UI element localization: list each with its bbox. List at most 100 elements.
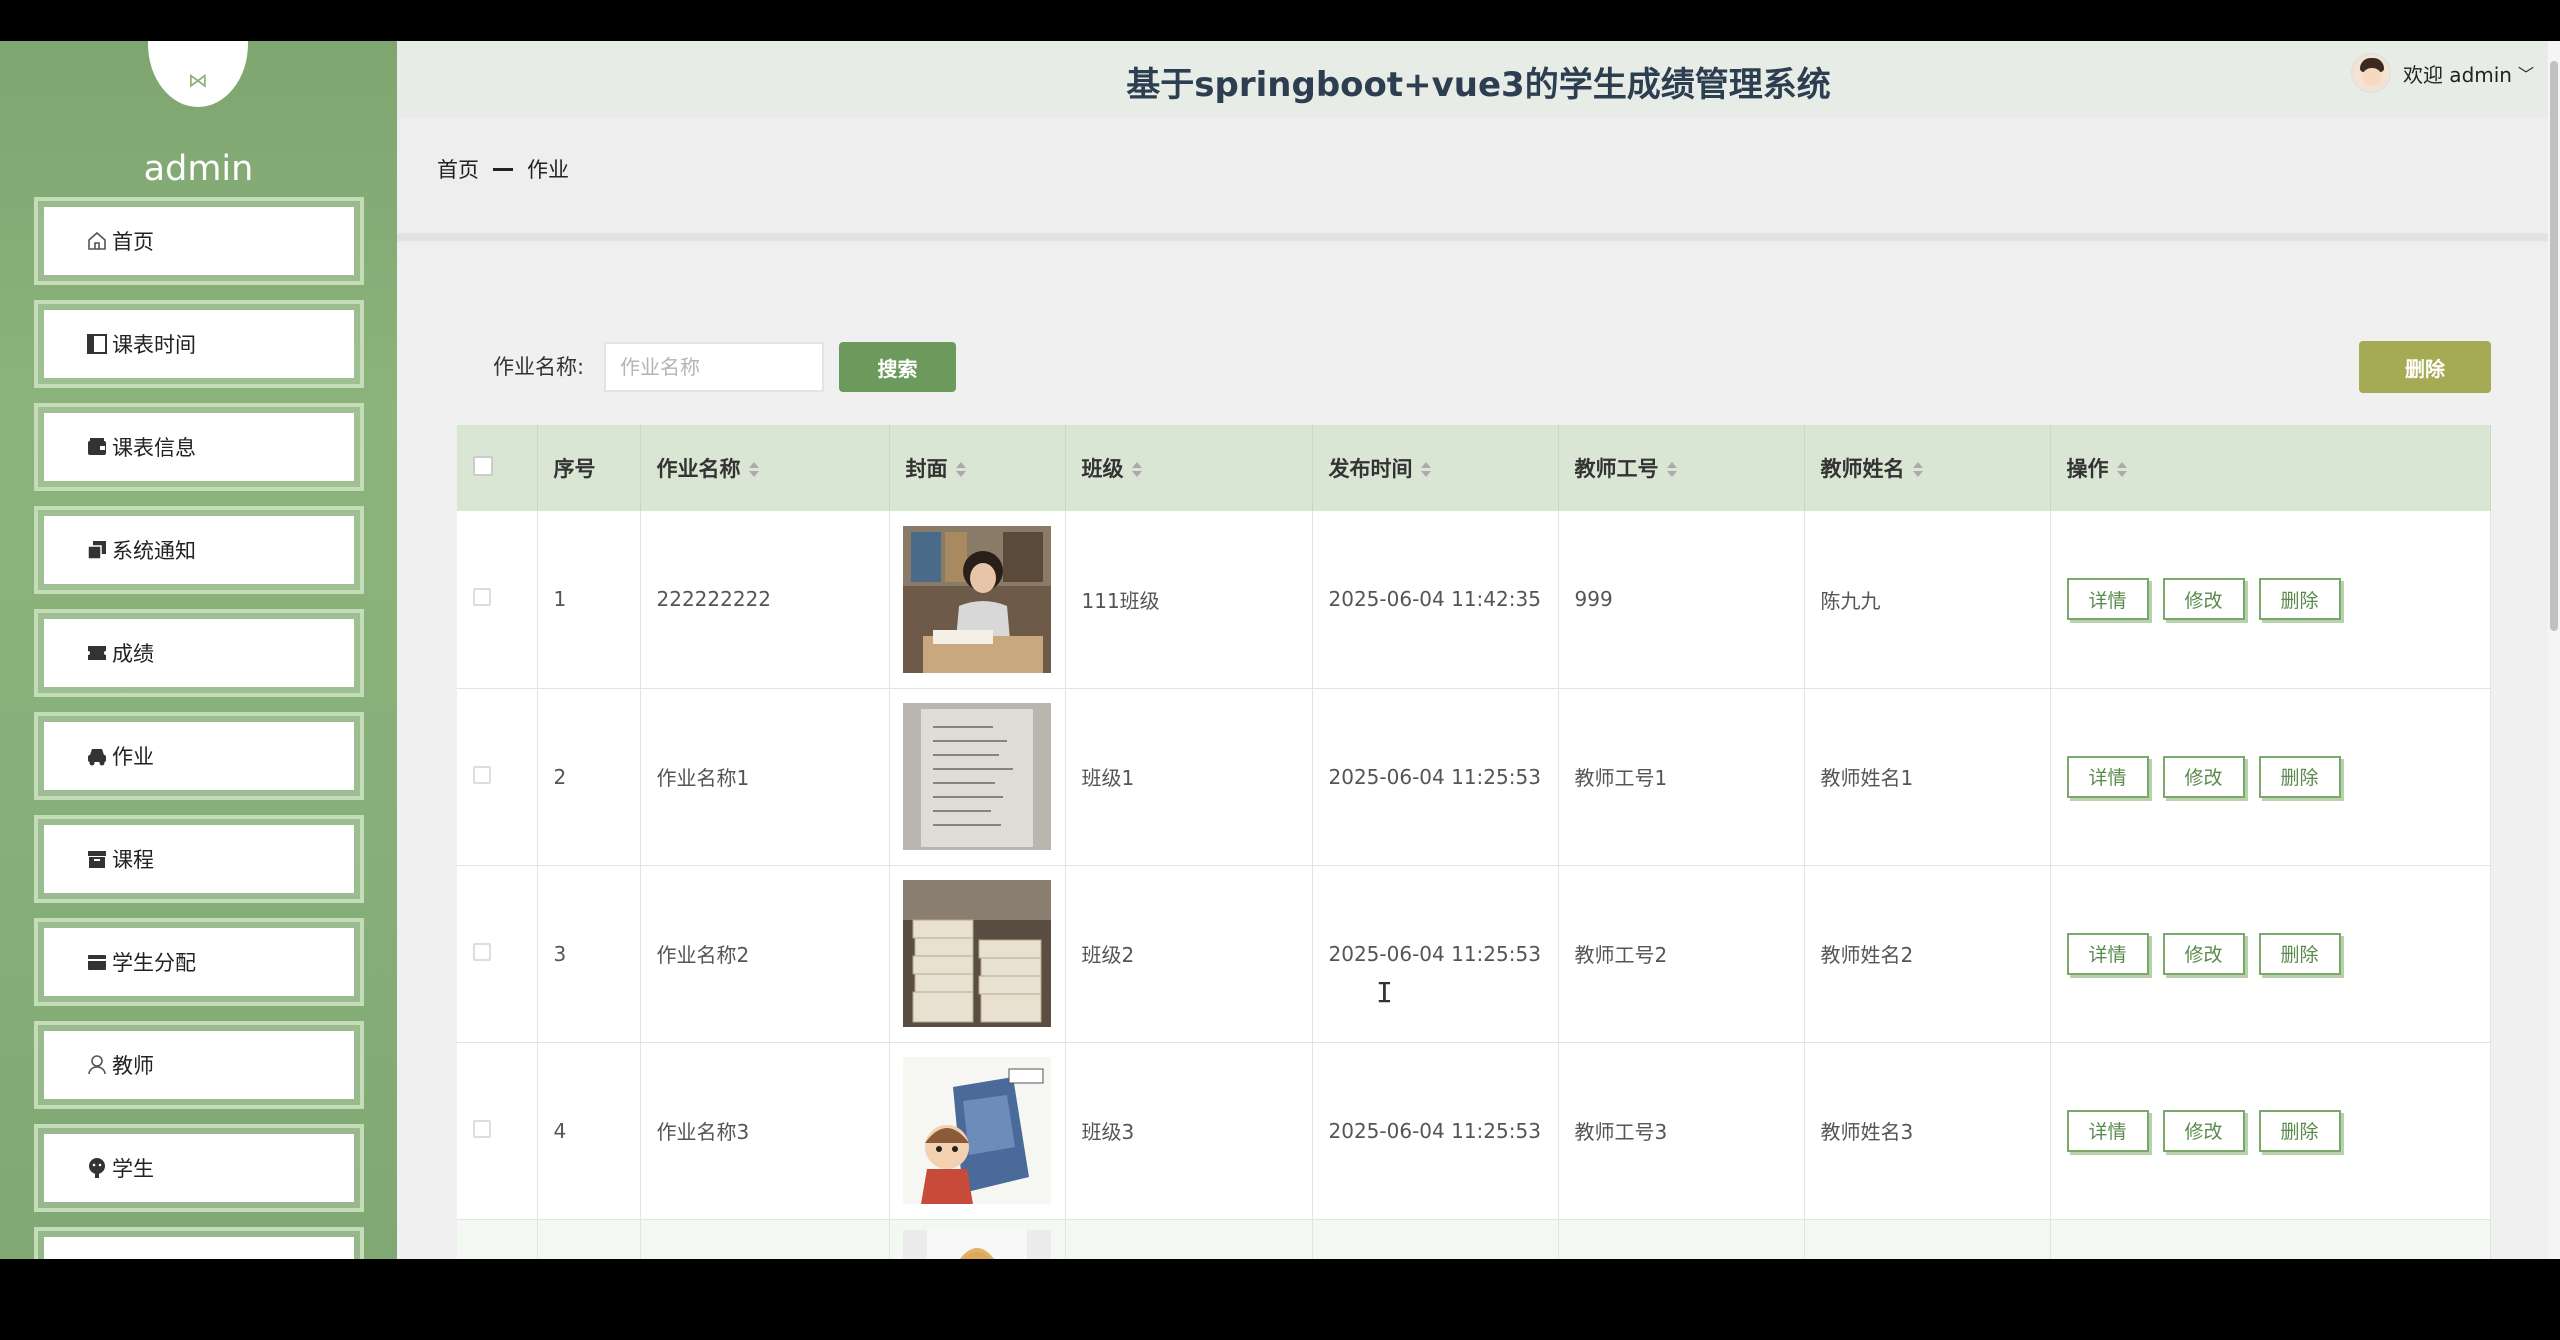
sort-icon[interactable] [1912, 462, 1923, 478]
sidebar-item-more[interactable] [34, 1227, 364, 1259]
page-scrollbar[interactable] [2548, 41, 2560, 1259]
edit-button[interactable]: 修改 [2162, 578, 2245, 621]
row-checkbox[interactable] [473, 765, 491, 784]
welcome-text: 欢迎 admin [2402, 62, 2512, 87]
column-header-name[interactable]: 作业名称 [640, 425, 890, 511]
sort-icon[interactable] [2116, 462, 2127, 478]
cell-class: 111班级 [1065, 511, 1313, 689]
table-row: 3 作业名称2 班级2 2025-06-04 11:25:53 教师工号2 教师… [457, 865, 2491, 1043]
cover-image[interactable] [902, 1229, 1051, 1260]
sidebar-item-schedule-info[interactable]: 课表信息 [34, 403, 364, 491]
sidebar-item-grades[interactable]: 成绩 [34, 609, 364, 697]
breadcrumb-current: 作业 [527, 158, 569, 182]
cell-class: 班级3 [1065, 1042, 1313, 1220]
edit-button[interactable]: 修改 [2162, 755, 2245, 798]
bulk-delete-button[interactable]: 删除 [2359, 341, 2491, 393]
column-header-teacher-id[interactable]: 教师工号 [1558, 425, 1805, 511]
cell-index: 1 [537, 511, 641, 689]
user-icon [88, 1055, 106, 1075]
cover-image[interactable] [902, 525, 1051, 673]
select-all-checkbox[interactable] [473, 455, 493, 476]
cover-image[interactable] [902, 703, 1051, 850]
sidebar-item-homework[interactable]: 作业 [34, 712, 364, 800]
delete-button[interactable]: 删除 [2258, 932, 2341, 975]
delete-button[interactable]: 删除 [2258, 1109, 2341, 1152]
cell-teacher-name: 教师姓名3 [1804, 1042, 2051, 1220]
delete-button[interactable]: 删除 [2258, 578, 2341, 621]
sort-icon[interactable] [1131, 462, 1142, 478]
cover-image[interactable] [902, 880, 1051, 1027]
breadcrumb: 首页 作业 [437, 154, 569, 184]
user-menu[interactable]: 欢迎 admin ﹀ [2350, 53, 2534, 93]
cell-time: 2025-06-04 11:25:53 [1312, 688, 1559, 866]
search-input[interactable] [604, 342, 824, 392]
sort-icon[interactable] [748, 462, 759, 478]
cell-teacher-id [1558, 1219, 1805, 1259]
column-header-class[interactable]: 班级 [1065, 425, 1313, 511]
copy-icon [87, 541, 106, 560]
avatar-icon [89, 1158, 105, 1178]
sort-icon[interactable] [955, 462, 966, 478]
cell-actions: 详情 修改 删除 [2050, 1042, 2491, 1220]
sidebar-item-home[interactable]: 首页 [34, 197, 364, 285]
card-icon [88, 955, 106, 970]
chevron-down-icon: ﹀ [2517, 65, 2534, 84]
sort-icon[interactable] [1666, 462, 1677, 478]
app-screen: ⋈ admin 首页 课表时间 课表信息 系统通知 成绩 作业 课程 学生分配 … [0, 41, 2560, 1259]
edit-button[interactable]: 修改 [2162, 1109, 2245, 1152]
row-checkbox[interactable] [473, 1119, 491, 1138]
sidebar-item-teacher[interactable]: 教师 [34, 1021, 364, 1109]
cell-index [537, 1219, 641, 1259]
box-icon [88, 851, 106, 868]
sidebar-item-course[interactable]: 课程 [34, 815, 364, 903]
cell-teacher-name: 教师姓名2 [1804, 865, 2051, 1043]
sidebar-item-label: 教师 [112, 1054, 154, 1078]
detail-button[interactable]: 详情 [2066, 1109, 2149, 1152]
delete-button[interactable]: 删除 [2258, 755, 2341, 798]
column-header-time[interactable]: 发布时间 [1312, 425, 1559, 511]
sidebar-item-schedule-time[interactable]: 课表时间 [34, 300, 364, 388]
column-header-cover[interactable]: 封面 [889, 425, 1066, 511]
sidebar-item-student[interactable]: 学生 [34, 1124, 364, 1212]
table-header-row: 序号 作业名称 封面 班级 发布时间 教师工号 教师姓名 操作 [457, 425, 2491, 511]
cover-image[interactable] [902, 1057, 1051, 1204]
cell-class: 班级2 [1065, 865, 1313, 1043]
breadcrumb-bar: 首页 作业 [397, 118, 2560, 241]
scrollbar-thumb[interactable] [2550, 61, 2558, 631]
wallet-icon [88, 438, 106, 455]
avatar [2350, 53, 2391, 93]
sidebar-item-label: 学生分配 [112, 951, 196, 975]
cell-name [640, 1219, 890, 1259]
sidebar-item-notice[interactable]: 系统通知 [34, 506, 364, 594]
detail-button[interactable]: 详情 [2066, 755, 2149, 798]
sidebar-item-label: 课程 [112, 848, 154, 872]
row-checkbox[interactable] [473, 942, 491, 961]
sidebar-item-label: 作业 [112, 745, 154, 769]
sidebar-item-label: 学生 [112, 1157, 154, 1181]
edit-button[interactable]: 修改 [2162, 932, 2245, 975]
column-header-actions[interactable]: 操作 [2050, 425, 2491, 511]
sidebar-item-student-assign[interactable]: 学生分配 [34, 918, 364, 1006]
text-cursor-icon: I [1376, 976, 1393, 1009]
detail-button[interactable]: 详情 [2066, 932, 2149, 975]
table-row: 4 作业名称3 班级3 2025-06-04 11:25:53 教师工号3 教师… [457, 1042, 2491, 1220]
cell-index: 4 [537, 1042, 641, 1220]
cell-teacher-id: 999 [1558, 511, 1805, 689]
cell-teacher-id: 教师工号1 [1558, 688, 1805, 866]
detail-button[interactable]: 详情 [2066, 578, 2149, 621]
search-button[interactable]: 搜索 [839, 342, 956, 392]
sort-icon[interactable] [1420, 462, 1431, 478]
cell-index: 2 [537, 688, 641, 866]
cell-name: 作业名称2 [640, 865, 890, 1043]
breadcrumb-home[interactable]: 首页 [437, 154, 479, 184]
column-header-teacher-name[interactable]: 教师姓名 [1804, 425, 2051, 511]
cell-teacher-id: 教师工号3 [1558, 1042, 1805, 1220]
cell-time [1312, 1219, 1559, 1259]
sidebar-item-label: 课表时间 [112, 333, 196, 357]
car-icon [88, 749, 106, 766]
cell-name: 作业名称1 [640, 688, 890, 866]
cell-class [1065, 1219, 1313, 1259]
cell-time: 2025-06-04 11:42:35 [1312, 511, 1559, 689]
cell-teacher-name [1804, 1219, 2051, 1259]
row-checkbox[interactable] [473, 588, 491, 607]
